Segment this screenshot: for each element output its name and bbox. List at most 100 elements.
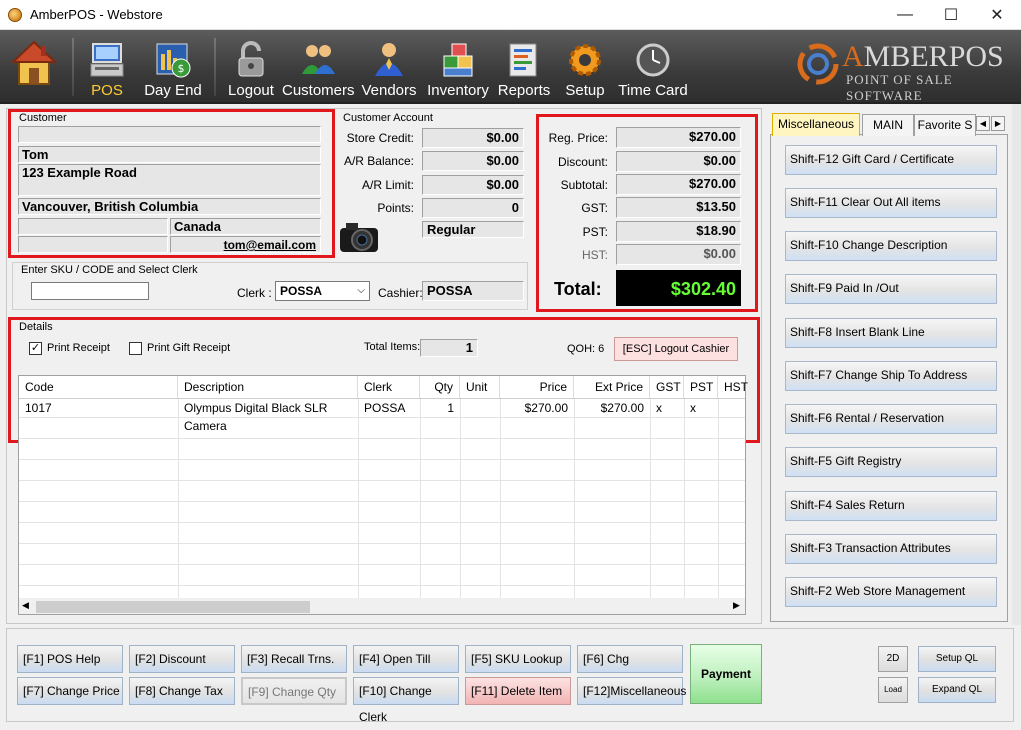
print-receipt-checkbox[interactable]: ✓ [29, 342, 42, 355]
gst-label: GST: [581, 201, 608, 215]
points-label: Points: [377, 201, 414, 215]
gift-registry-button[interactable]: Shift-F5 Gift Registry [785, 447, 997, 477]
transaction-attributes-button[interactable]: Shift-F3 Transaction Attributes [785, 534, 997, 564]
minimize-button[interactable]: — [882, 0, 928, 30]
change-description-button[interactable]: Shift-F10 Change Description [785, 231, 997, 261]
sku-input[interactable] [31, 282, 149, 300]
close-button[interactable]: ✕ [974, 0, 1020, 30]
grid-header-qty[interactable]: Qty [420, 376, 460, 398]
customer-city: Vancouver, British Columbia [18, 198, 321, 215]
load-button[interactable]: Load [878, 677, 908, 703]
clock-icon [636, 43, 670, 77]
grid-header-ext-price[interactable]: Ext Price [574, 376, 650, 398]
clear-out-all-button[interactable]: Shift-F11 Clear Out All items [785, 188, 997, 218]
row-hst [718, 399, 745, 417]
total-items-value: 1 [420, 339, 478, 357]
vendor-icon [375, 43, 403, 76]
customer-country: Canada [170, 218, 321, 235]
tab-favorite[interactable]: Favorite S [914, 114, 976, 136]
gift-card-button[interactable]: Shift-F12 Gift Card / Certificate [785, 145, 997, 175]
row-pst: x [690, 401, 696, 415]
cashier-value: POSSA [422, 281, 524, 301]
change-qty-button[interactable]: [F9] Change Qty [241, 677, 347, 705]
customer-line0 [18, 126, 321, 143]
expand-ql-button[interactable]: Expand QL [918, 677, 996, 703]
print-gift-receipt-checkbox[interactable] [129, 342, 142, 355]
reports-button[interactable]: Reports [496, 36, 552, 102]
customer-field-blank2 [18, 236, 168, 253]
tab-main[interactable]: MAIN [862, 114, 914, 136]
tab-miscellaneous[interactable]: Miscellaneous [772, 113, 860, 136]
sales-return-button[interactable]: Shift-F4 Sales Return [785, 491, 997, 521]
grid-header-code[interactable]: Code [19, 376, 178, 398]
grid-header-price[interactable]: Price [500, 376, 574, 398]
grid-line [358, 399, 359, 598]
gear-icon [569, 44, 601, 76]
grid-line [718, 399, 719, 598]
qoh-label: QOH: 6 [567, 343, 605, 355]
ar-limit-label: A/R Limit: [361, 178, 414, 192]
function-keys-panel [6, 628, 1014, 722]
tab-scroll-left-icon[interactable]: ◀ [976, 116, 990, 131]
ar-balance-value: $0.00 [422, 151, 524, 171]
customers-button[interactable]: Customers [282, 36, 355, 102]
users-icon [302, 45, 335, 74]
recall-transaction-button[interactable]: [F3] Recall Trns. [241, 645, 347, 673]
grid-header-description[interactable]: Description [178, 376, 358, 398]
grid-header-clerk[interactable]: Clerk [358, 376, 420, 398]
change-customer-button[interactable]: [F6] Chg Customer [577, 645, 683, 692]
logo-tagline: POINT OF SALE SOFTWARE [846, 72, 953, 103]
grid-header-hst[interactable]: HST [718, 376, 748, 398]
row-ext-price: $270.00 [600, 401, 644, 415]
pst-label: PST: [582, 225, 608, 239]
grid-line [19, 459, 745, 460]
delete-item-button[interactable]: [F11] Delete Item [465, 677, 571, 705]
customer-name: Tom [18, 146, 321, 163]
time-card-button[interactable]: Time Card [616, 36, 690, 102]
home-button[interactable] [6, 36, 62, 102]
maximize-button[interactable]: ☐ [928, 0, 974, 30]
change-tax-button[interactable]: [F8] Change Tax [129, 677, 235, 705]
grid-header-unit[interactable]: Unit [460, 376, 500, 398]
web-store-management-button[interactable]: Shift-F2 Web Store Management [785, 577, 997, 607]
grid-header-gst[interactable]: GST [650, 376, 684, 398]
open-till-button[interactable]: [F4] Open Till [353, 645, 459, 673]
sku-lookup-button[interactable]: [F5] SKU Lookup [465, 645, 571, 673]
miscellaneous-button[interactable]: [F12]Miscellaneous [577, 677, 686, 705]
paid-in-out-button[interactable]: Shift-F9 Paid In /Out [785, 274, 997, 304]
customer-email[interactable]: tom@email.com [170, 236, 321, 253]
change-price-button[interactable]: [F7] Change Price [17, 677, 123, 705]
vendors-button[interactable]: Vendors [360, 36, 418, 102]
ar-balance-label: A/R Balance: [343, 154, 414, 168]
inventory-button[interactable]: Inventory [424, 36, 492, 102]
row-price: $270.00 [524, 401, 568, 415]
pos-help-button[interactable]: [F1] POS Help [17, 645, 123, 673]
pos-button[interactable]: POS [84, 36, 130, 102]
grid-line [460, 399, 461, 598]
cashier-label: Cashier: [378, 286, 423, 300]
2d-button[interactable]: 2D [878, 646, 908, 672]
setup-ql-button[interactable]: Setup QL [918, 646, 996, 672]
house-icon [10, 40, 58, 85]
window-scrollbar[interactable] [1012, 104, 1021, 625]
change-ship-to-button[interactable]: Shift-F7 Change Ship To Address [785, 361, 997, 391]
logout-cashier-button[interactable]: [ESC] Logout Cashier [614, 337, 738, 361]
discount-button[interactable]: [F2] Discount [129, 645, 235, 673]
logout-button[interactable]: Logout [226, 36, 276, 102]
setup-button[interactable]: Setup [560, 36, 610, 102]
scrollbar-thumb[interactable] [36, 601, 310, 613]
toolbar-separator [214, 38, 216, 96]
discount-value: $0.00 [616, 151, 741, 172]
rental-reservation-button[interactable]: Shift-F6 Rental / Reservation [785, 404, 997, 434]
clerk-select[interactable]: POSSA ⌵ [275, 281, 370, 301]
change-clerk-button[interactable]: [F10] Change Clerk [353, 677, 459, 724]
payment-button[interactable]: Payment [690, 644, 762, 704]
scroll-right-icon[interactable]: ▶ [733, 600, 740, 611]
store-credit-value: $0.00 [422, 128, 524, 148]
grid-header-pst[interactable]: PST [684, 376, 718, 398]
title-bar: AmberPOS - Webstore — ☐ ✕ [0, 0, 1021, 30]
tab-scroll-right-icon[interactable]: ▶ [991, 116, 1005, 131]
scroll-left-icon[interactable]: ◀ [22, 600, 29, 611]
day-end-button[interactable]: $ Day End [142, 36, 204, 102]
insert-blank-line-button[interactable]: Shift-F8 Insert Blank Line [785, 318, 997, 348]
